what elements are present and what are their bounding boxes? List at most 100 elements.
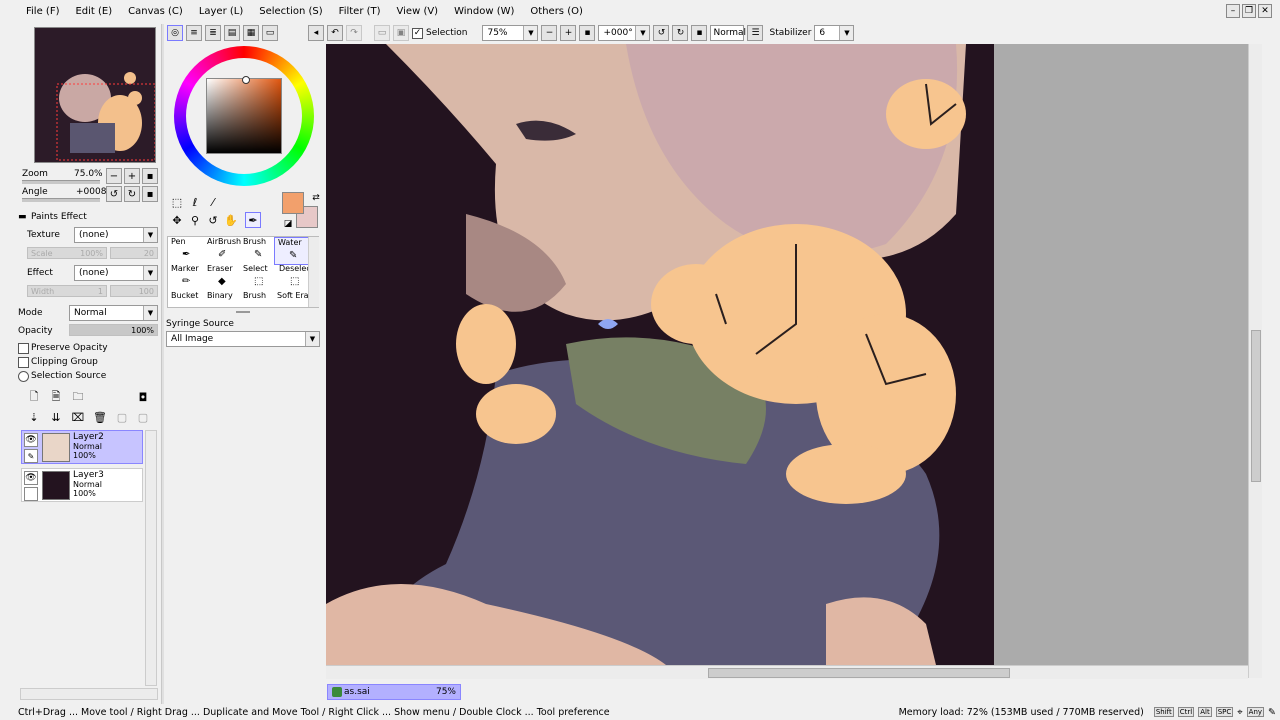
scratchpad-tab-icon[interactable]: ▭ — [262, 25, 278, 41]
brush-lock-icon[interactable]: ✎ — [24, 449, 38, 463]
tool-eraser[interactable]: Eraser ◆ — [204, 264, 240, 292]
collapse-icon[interactable]: ▬ — [18, 212, 27, 222]
eyedropper-icon[interactable]: ✒ — [245, 212, 261, 228]
merge-down-icon[interactable]: ⇊ — [48, 409, 64, 425]
rect-select-icon[interactable]: ⬚ — [169, 194, 185, 210]
redo-icon[interactable]: ↷ — [346, 25, 362, 41]
move-icon[interactable]: ✥ — [169, 212, 185, 228]
lasso-icon[interactable]: ℓ — [187, 194, 203, 210]
close-icon[interactable]: ✕ — [1258, 4, 1272, 18]
invert-selection-icon[interactable]: ▣ — [393, 25, 409, 41]
canvas-vertical-scrollbar[interactable] — [1248, 44, 1262, 678]
restore-icon[interactable]: ❐ — [1242, 4, 1256, 18]
canvas-horizontal-scrollbar[interactable] — [326, 665, 1248, 679]
clipping-group-checkbox[interactable] — [18, 357, 29, 368]
horizontal-scroll-thumb[interactable] — [708, 668, 1010, 678]
effect-select[interactable]: (none) ▼ — [74, 265, 158, 281]
rotate-right-icon[interactable]: ↻ — [124, 186, 140, 202]
rotate-reset-icon[interactable]: ▪ — [691, 25, 708, 41]
color-picker-cursor[interactable] — [242, 76, 250, 84]
zoom-in-icon[interactable]: + — [560, 25, 577, 41]
effect-strength-slider[interactable]: 100 — [110, 285, 158, 297]
primary-color-swatch[interactable] — [282, 192, 304, 214]
eye-icon[interactable]: 👁 — [24, 471, 38, 485]
new-layer-icon[interactable]: 🗋 — [26, 389, 42, 405]
preserve-opacity-checkbox[interactable] — [18, 343, 29, 354]
tool-binary[interactable]: Binary — [204, 291, 240, 319]
delete-layer-icon[interactable]: 🗑 — [92, 409, 108, 425]
transfer-down-icon[interactable]: ⇣ — [26, 409, 42, 425]
menu-layer[interactable]: Layer (L) — [199, 6, 243, 17]
selection-checkbox[interactable]: ✓ — [412, 27, 423, 39]
hsv-slider-tab-icon[interactable]: ≣ — [205, 25, 221, 41]
artwork-canvas[interactable] — [326, 44, 994, 665]
rotate-left-icon[interactable]: ↺ — [106, 186, 122, 202]
tool-select[interactable]: Select ⬚ — [240, 264, 276, 292]
swatches-tab-icon[interactable]: ▦ — [243, 25, 259, 41]
layers-scrollbar[interactable] — [145, 430, 157, 686]
flip-icon[interactable]: ☰ — [747, 25, 764, 41]
collapse-panel-icon[interactable]: ◂ — [308, 25, 324, 41]
rotation-select[interactable]: +000° ▼ — [598, 25, 651, 41]
zoom-out-icon[interactable]: − — [541, 25, 558, 41]
layers-hscrollbar[interactable] — [20, 688, 158, 700]
tool-water[interactable]: Water ✎ — [274, 237, 310, 265]
stabilizer-select[interactable]: 6 ▼ — [814, 25, 855, 41]
panel-grip[interactable] — [236, 311, 250, 313]
layer-item[interactable]: 👁 ✎ Layer2 Normal 100% — [21, 430, 143, 464]
magic-wand-icon[interactable]: ⁄ — [205, 194, 221, 210]
tool-scrollbar[interactable] — [308, 237, 319, 307]
texture-scale-slider[interactable]: Scale 100% — [27, 247, 107, 259]
opacity-slider[interactable]: 100% — [69, 324, 158, 336]
document-tab[interactable]: as.sai 75% — [327, 684, 461, 700]
tool-airbrush[interactable]: AirBrush ✐ — [204, 237, 241, 265]
blend-mode-select[interactable]: Normal — [710, 25, 746, 41]
zoom-reset-icon[interactable]: ▪ — [579, 25, 596, 41]
undo-icon[interactable]: ↶ — [327, 25, 343, 41]
angle-slider[interactable] — [22, 198, 100, 202]
navigator-thumbnail[interactable] — [34, 27, 156, 163]
eye-icon[interactable]: 👁 — [24, 433, 38, 447]
tool-marker[interactable]: Marker ✏ — [168, 264, 204, 292]
syringe-source-select[interactable]: All Image ▼ — [166, 331, 320, 347]
rgb-slider-tab-icon[interactable]: ≡ — [186, 25, 202, 41]
clear-layer-icon[interactable]: ⌧ — [70, 409, 86, 425]
panel-divider[interactable] — [161, 24, 164, 704]
layer-mode-select[interactable]: Normal ▼ — [69, 305, 158, 321]
zoom-select[interactable]: 75% ▼ — [482, 25, 539, 41]
vertical-scroll-thumb[interactable] — [1251, 330, 1261, 482]
zoom-icon[interactable]: ⚲ — [187, 212, 203, 228]
rotate-left-icon[interactable]: ↺ — [653, 25, 670, 41]
mask-delete-icon[interactable]: ▢ — [135, 409, 151, 425]
hand-icon[interactable]: ✋ — [223, 212, 239, 228]
brush-lock-icon[interactable] — [24, 487, 38, 501]
minimize-icon[interactable]: – — [1226, 4, 1240, 18]
rotate-right-icon[interactable]: ↻ — [672, 25, 689, 41]
menu-selection[interactable]: Selection (S) — [259, 6, 322, 17]
new-linework-layer-icon[interactable]: 🗎 — [48, 389, 64, 405]
texture-strength-slider[interactable]: 20 — [110, 247, 158, 259]
menu-view[interactable]: View (V) — [397, 6, 439, 17]
rotate-reset-icon[interactable]: ▪ — [142, 186, 158, 202]
rotate-icon[interactable]: ↺ — [205, 212, 221, 228]
new-folder-icon[interactable]: 🗀 — [70, 389, 86, 405]
zoom-slider[interactable] — [22, 180, 100, 184]
tool-deselect[interactable]: Deselect ⬚ — [276, 264, 314, 292]
layer-item[interactable]: 👁 Layer3 Normal 100% — [21, 468, 143, 502]
color-palette-tab-icon[interactable]: ▤ — [224, 25, 240, 41]
menu-edit[interactable]: Edit (E) — [75, 6, 112, 17]
deselect-icon[interactable]: ▭ — [374, 25, 390, 41]
color-wheel-tab-icon[interactable]: ◎ — [167, 25, 183, 41]
tool-brush[interactable]: Brush ✎ — [240, 237, 276, 265]
tool-bucket[interactable]: Bucket — [168, 291, 204, 319]
tool-pen[interactable]: Pen ✒ — [168, 237, 204, 265]
zoom-in-icon[interactable]: + — [124, 168, 140, 184]
canvas-area[interactable] — [326, 44, 1250, 665]
menu-file[interactable]: File (F) — [26, 6, 59, 17]
tool-soft-eraser[interactable]: Soft Era — [274, 291, 310, 319]
saturation-value-square[interactable] — [206, 78, 282, 154]
menu-canvas[interactable]: Canvas (C) — [128, 6, 183, 17]
layer-mask-icon[interactable]: ◘ — [135, 389, 151, 405]
swap-colors-icon[interactable]: ⇄ — [308, 190, 324, 206]
menu-filter[interactable]: Filter (T) — [339, 6, 381, 17]
